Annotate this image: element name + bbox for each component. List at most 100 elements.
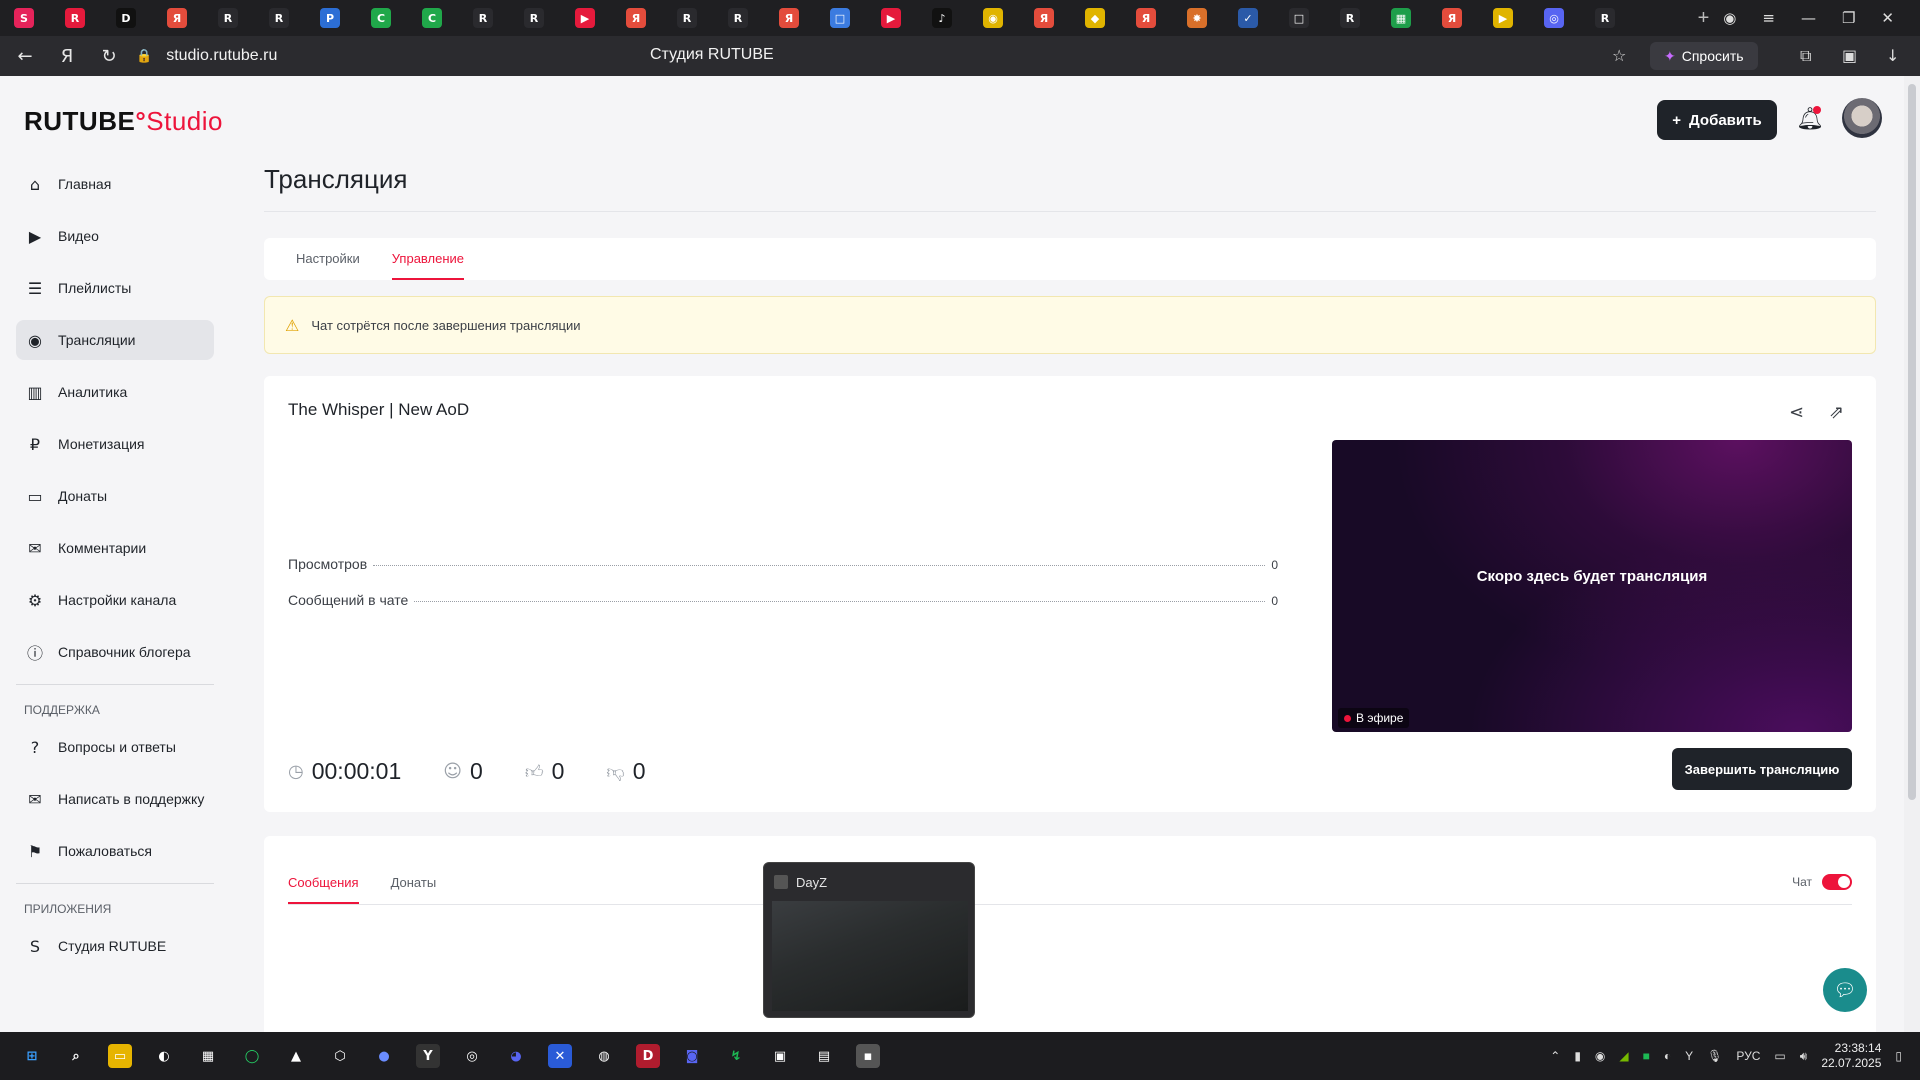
download-icon[interactable]: ↓ bbox=[1886, 46, 1899, 65]
xbox-icon[interactable]: ✕ bbox=[548, 1044, 572, 1068]
browser-tab-icon[interactable]: ▶ bbox=[881, 8, 901, 28]
language-indicator[interactable]: РУС bbox=[1736, 1049, 1760, 1063]
obs-icon[interactable]: ◍ bbox=[592, 1044, 616, 1068]
sidebar-item[interactable]: ? Вопросы и ответы bbox=[16, 727, 214, 767]
browser-tab-icon[interactable]: ✸ bbox=[1187, 8, 1207, 28]
browser-tab-icon[interactable]: Я bbox=[1136, 8, 1156, 28]
file-explorer-icon[interactable]: ▭ bbox=[108, 1044, 132, 1068]
browser-tab-icon[interactable]: R bbox=[524, 8, 544, 28]
browser-tab-icon[interactable]: R bbox=[1595, 8, 1615, 28]
sidebar-item[interactable]: ₽ Монетизация bbox=[16, 424, 214, 464]
browser-tab-icon[interactable]: Я bbox=[1442, 8, 1462, 28]
extensions-icon[interactable]: ⧉ bbox=[1800, 46, 1811, 66]
network-icon[interactable]: ▭ bbox=[1774, 1049, 1785, 1063]
collections-icon[interactable]: ▣ bbox=[1842, 46, 1857, 65]
browser-tab-icon[interactable]: C bbox=[422, 8, 442, 28]
tab-management[interactable]: Управление bbox=[391, 251, 465, 280]
browser-tab-icon[interactable]: ▶ bbox=[575, 8, 595, 28]
start-menu-icon[interactable]: ⊞ bbox=[20, 1044, 44, 1068]
avatar[interactable] bbox=[1842, 98, 1882, 138]
browser-tab-icon[interactable]: R bbox=[218, 8, 238, 28]
game-icon[interactable]: ▲ bbox=[284, 1044, 308, 1068]
external-link-icon[interactable]: ⇗ bbox=[1829, 402, 1844, 423]
microphone-icon[interactable]: 🎙︎ bbox=[1707, 1049, 1722, 1063]
reload-icon[interactable]: ↻ bbox=[92, 46, 126, 67]
page-scrollbar[interactable] bbox=[1904, 76, 1920, 1032]
streamer-icon[interactable]: ↯ bbox=[724, 1044, 748, 1068]
tray-app-icon[interactable]: ◉ bbox=[1595, 1049, 1605, 1063]
restore-button[interactable]: ❐ bbox=[1842, 9, 1855, 27]
browser-tab-icon[interactable]: ♪ bbox=[932, 8, 952, 28]
back-icon[interactable]: ← bbox=[8, 46, 42, 67]
tray-app-icon[interactable]: ■ bbox=[1643, 1049, 1650, 1063]
nvidia-icon[interactable]: ◢ bbox=[1619, 1049, 1628, 1063]
notifications-icon[interactable]: ▯ bbox=[1895, 1049, 1902, 1063]
browser-tab-icon[interactable]: □ bbox=[1289, 8, 1309, 28]
browser-tab-icon[interactable]: Я bbox=[626, 8, 646, 28]
browser-tab-icon[interactable]: D bbox=[116, 8, 136, 28]
calculator-icon[interactable]: ▦ bbox=[196, 1044, 220, 1068]
share-icon[interactable]: ⋖ bbox=[1789, 402, 1804, 423]
taskbar-window-preview[interactable]: DayZ bbox=[763, 862, 975, 1018]
window-app-icon[interactable]: ▤ bbox=[812, 1044, 836, 1068]
dzl-icon[interactable]: D bbox=[636, 1044, 660, 1068]
globe-icon[interactable]: ● bbox=[372, 1044, 396, 1068]
tab-settings[interactable]: Настройки bbox=[296, 251, 360, 280]
browser-tab-icon[interactable]: Я bbox=[167, 8, 187, 28]
clock[interactable]: 23:38:14 22.07.2025 bbox=[1821, 1041, 1881, 1071]
sidebar-item[interactable]: ✉ Комментарии bbox=[16, 528, 214, 568]
end-stream-button[interactable]: Завершить трансляцию bbox=[1672, 748, 1852, 790]
scroll-thumb[interactable] bbox=[1908, 84, 1916, 800]
support-chat-button[interactable]: 💬︎ bbox=[1823, 968, 1867, 1012]
browser-tab-icon[interactable]: ✓ bbox=[1238, 8, 1258, 28]
url-field[interactable]: studio.rutube.ru bbox=[166, 47, 277, 65]
yandex-tray-icon[interactable]: Y bbox=[1685, 1049, 1693, 1063]
profile-icon[interactable]: ◉ bbox=[1723, 9, 1736, 27]
browser-tab-icon[interactable]: R bbox=[677, 8, 697, 28]
browser-tab-icon[interactable]: R bbox=[269, 8, 289, 28]
bookmark-icon[interactable]: ☆ bbox=[1612, 46, 1626, 65]
steam-tray-icon[interactable]: ◐ bbox=[1664, 1049, 1671, 1063]
sidebar-item[interactable]: ▭ Донаты bbox=[16, 476, 214, 516]
menu-icon[interactable]: ≡ bbox=[1762, 9, 1775, 27]
browser-tab-icon[interactable]: R bbox=[1340, 8, 1360, 28]
new-tab-button[interactable]: + bbox=[1698, 7, 1710, 30]
rutube-studio-logo[interactable]: RUTUBE°Studio bbox=[24, 106, 223, 137]
dayz-taskbar-icon[interactable]: ▪ bbox=[856, 1044, 880, 1068]
browser-tab-icon[interactable]: S bbox=[14, 8, 34, 28]
chat-toggle[interactable]: Чат bbox=[1792, 874, 1852, 890]
sidebar-item[interactable]: ▶ Видео bbox=[16, 216, 214, 256]
ask-button[interactable]: ✦ Спросить bbox=[1650, 42, 1758, 70]
close-window-button[interactable]: ✕ bbox=[1881, 9, 1894, 27]
browser-tab-icon[interactable]: □ bbox=[830, 8, 850, 28]
tab-messages[interactable]: Сообщения bbox=[288, 875, 359, 904]
browser-tab-icon[interactable]: ▶ bbox=[1493, 8, 1513, 28]
browser-tab-icon[interactable]: ▦ bbox=[1391, 8, 1411, 28]
sidebar-item[interactable]: ✉ Написать в поддержку bbox=[16, 779, 214, 819]
browser-tab-icon[interactable]: R bbox=[473, 8, 493, 28]
browser-tab-icon[interactable]: ◉ bbox=[983, 8, 1003, 28]
sidebar-item[interactable]: ☰ Плейлисты bbox=[16, 268, 214, 308]
browser-tab-icon[interactable]: ◎ bbox=[1544, 8, 1564, 28]
browser-tab-icon[interactable]: R bbox=[65, 8, 85, 28]
messenger-icon[interactable]: ◙ bbox=[680, 1044, 704, 1068]
chevron-up-icon[interactable]: ⌃ bbox=[1550, 1049, 1560, 1063]
gallery-icon[interactable]: ▣ bbox=[768, 1044, 792, 1068]
volume-icon[interactable]: 🔊︎ bbox=[1800, 1049, 1808, 1064]
browser-tab-icon[interactable]: P bbox=[320, 8, 340, 28]
app-icon[interactable]: ⬡ bbox=[328, 1044, 352, 1068]
browser-tab-icon[interactable]: ◆ bbox=[1085, 8, 1105, 28]
sidebar-item[interactable]: ⚙ Настройки канала bbox=[16, 580, 214, 620]
minimize-button[interactable]: — bbox=[1801, 9, 1816, 27]
browser-tab-icon[interactable]: Я bbox=[779, 8, 799, 28]
browser-tab-icon[interactable]: R bbox=[728, 8, 748, 28]
tab-donations[interactable]: Донаты bbox=[391, 875, 437, 904]
sidebar-item[interactable]: S Студия RUTUBE bbox=[16, 926, 214, 966]
steam-icon[interactable]: ◐ bbox=[152, 1044, 176, 1068]
browser-tab-icon[interactable]: Я bbox=[1034, 8, 1054, 28]
browser-tab-icon[interactable]: C bbox=[371, 8, 391, 28]
add-button[interactable]: + Добавить bbox=[1657, 100, 1777, 140]
stream-preview[interactable]: Скоро здесь будет трансляция В эфире bbox=[1332, 440, 1852, 732]
sidebar-item[interactable]: ⌂ Главная bbox=[16, 164, 214, 204]
sidebar-item[interactable]: ⚑ Пожаловаться bbox=[16, 831, 214, 871]
